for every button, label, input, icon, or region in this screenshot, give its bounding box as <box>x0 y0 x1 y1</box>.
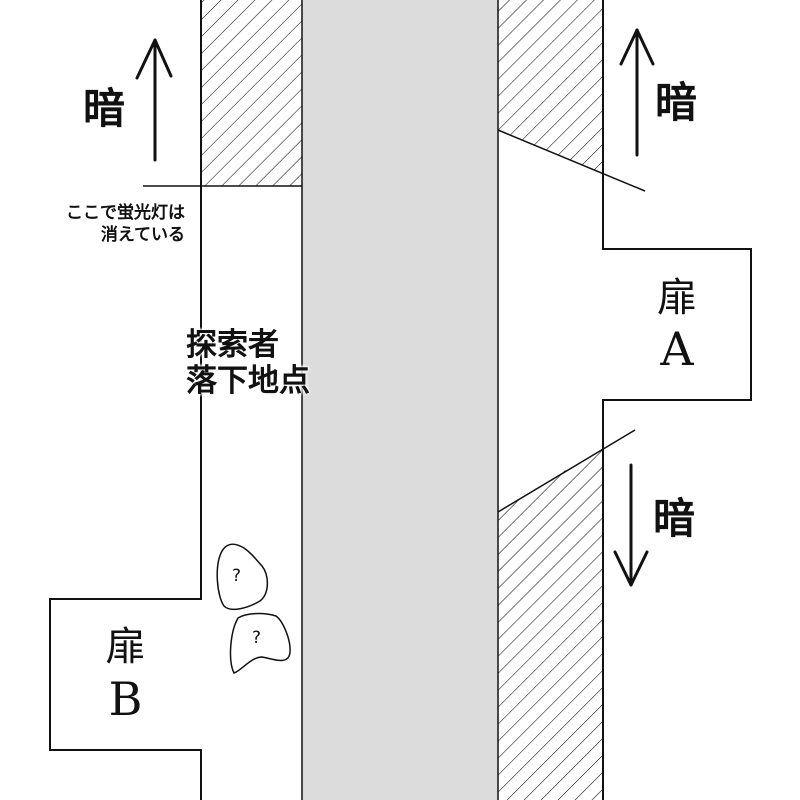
arrow-up-icon <box>135 38 173 162</box>
corridor-map: 暗 暗 暗 ここで蛍光灯は 消えている 探索者 落下地点 扉 A 扉 B ? ? <box>0 0 800 800</box>
fall-point-label: 探索者 落下地点 <box>186 327 310 399</box>
arrow-up-icon <box>619 28 655 157</box>
dark-label-right-top: 暗 <box>655 78 698 127</box>
arrow-down-icon <box>613 463 649 587</box>
unknown-object-blob <box>216 543 269 611</box>
light-off-note: ここで蛍光灯は 消えている <box>66 202 185 246</box>
central-corridor <box>302 0 498 800</box>
unknown-object-mark: ? <box>232 566 242 586</box>
light-off-note-line1: ここで蛍光灯は <box>66 203 185 223</box>
unknown-object-mark: ? <box>252 628 262 648</box>
fall-point-line2: 落下地点 <box>186 363 310 399</box>
door-a-kanji: 扉 <box>657 275 697 321</box>
door-b-letter: B <box>108 672 143 726</box>
dark-label-left-top: 暗 <box>83 84 126 133</box>
door-a-letter: A <box>660 322 694 376</box>
dark-label-right-bottom: 暗 <box>653 494 696 543</box>
fall-point-line1: 探索者 <box>186 327 279 363</box>
dark-zone-left-top <box>201 0 302 186</box>
light-off-note-line2: 消えている <box>100 225 185 245</box>
door-b-kanji: 扉 <box>105 624 146 670</box>
dark-zone-right-bottom <box>498 447 603 800</box>
dark-zone-right-top <box>498 0 603 173</box>
